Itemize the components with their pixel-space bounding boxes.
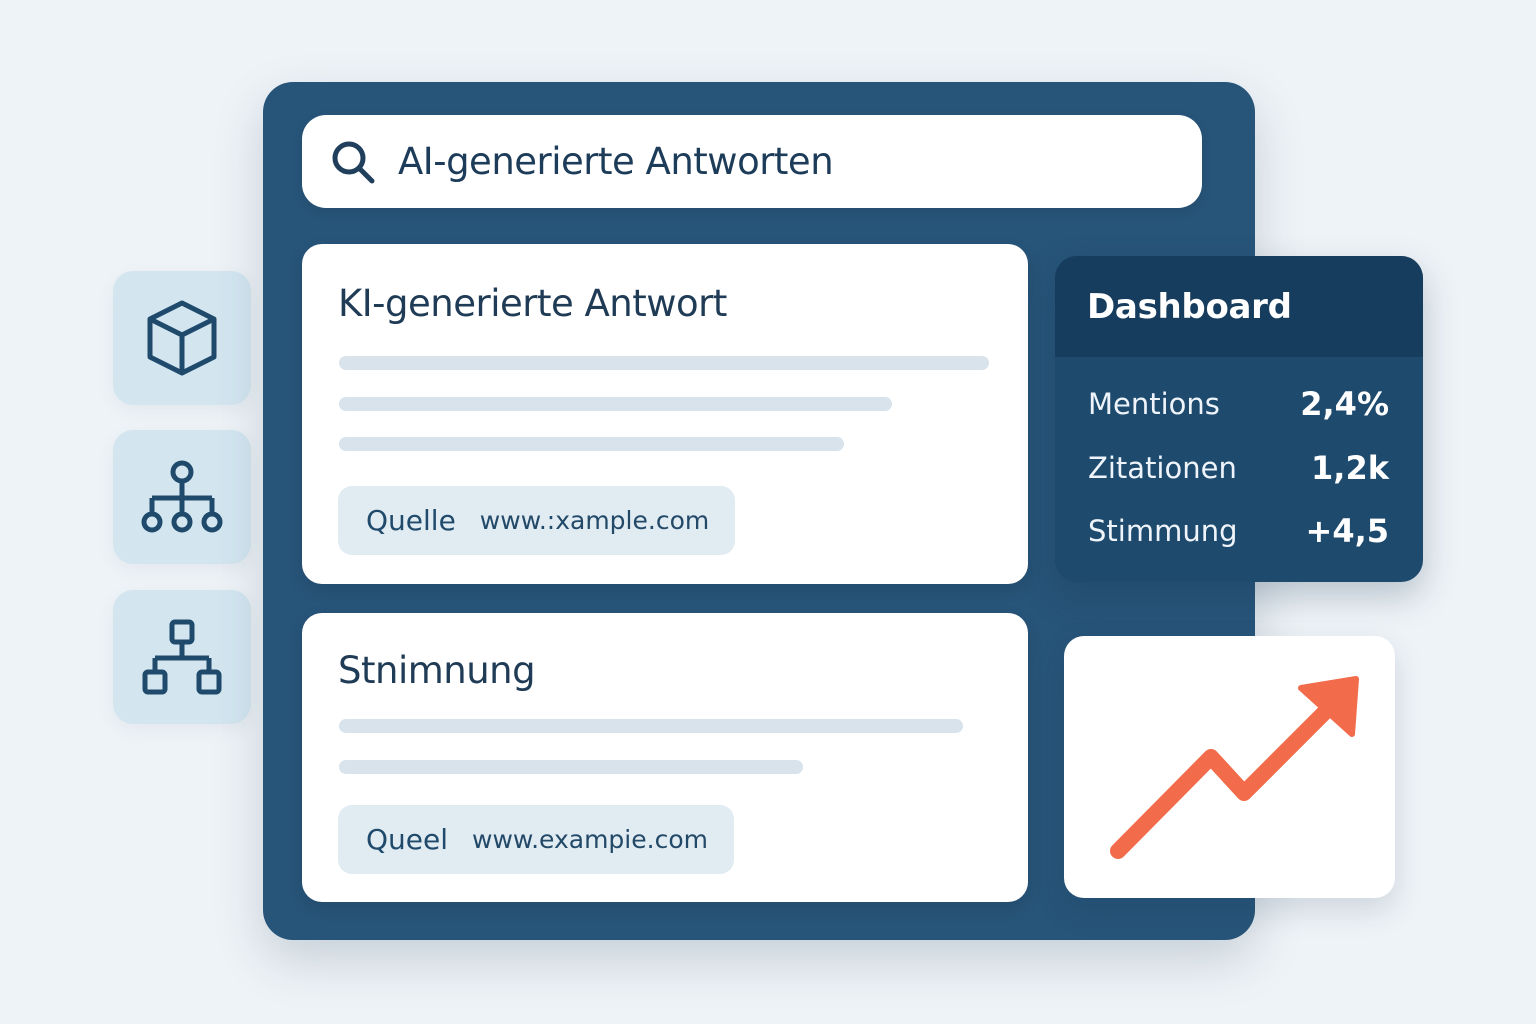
dashboard-header: Dashboard xyxy=(1055,256,1423,357)
result-card[interactable]: Stnimnung Queel www.exampie.com xyxy=(302,613,1028,902)
metric-value: +4,5 xyxy=(1305,512,1390,550)
network-tree-icon xyxy=(140,460,224,534)
search-query[interactable]: AI-generierte Antworten xyxy=(398,140,834,183)
metric-value: 1,2k xyxy=(1311,449,1389,487)
result-card[interactable]: KI-generierte Antwort Quelle www.:xample… xyxy=(302,244,1028,584)
app-stage: AI-generierte Antworten KI-generierte An… xyxy=(0,0,1536,1024)
dashboard-title: Dashboard xyxy=(1087,286,1292,327)
metric-row-zitationen: Zitationen 1,2k xyxy=(1088,446,1389,490)
search-bar[interactable]: AI-generierte Antworten xyxy=(302,115,1202,208)
source-label: Quelle xyxy=(366,504,456,537)
text-placeholder-line xyxy=(339,356,989,370)
dashboard-card[interactable]: Dashboard Mentions 2,4% Zitationen 1,2k … xyxy=(1055,256,1423,582)
source-chip[interactable]: Queel www.exampie.com xyxy=(338,805,734,874)
metric-row-mentions: Mentions 2,4% xyxy=(1088,382,1389,426)
metric-row-stimmung: Stimmung +4,5 xyxy=(1088,509,1389,553)
source-url[interactable]: www.:xample.com xyxy=(480,506,709,535)
result-title: Stnimnung xyxy=(338,649,536,692)
text-placeholder-line xyxy=(339,397,892,411)
cube-tile[interactable] xyxy=(113,271,251,405)
trend-card[interactable] xyxy=(1064,636,1395,898)
org-chart-tile[interactable] xyxy=(113,590,251,724)
cube-icon xyxy=(146,299,218,377)
metric-label: Stimmung xyxy=(1088,514,1238,548)
org-chart-icon xyxy=(142,618,222,696)
metric-label: Zitationen xyxy=(1088,451,1237,485)
source-label: Queel xyxy=(366,823,449,856)
source-chip[interactable]: Quelle www.:xample.com xyxy=(338,486,736,555)
metric-label: Mentions xyxy=(1088,387,1220,421)
text-placeholder-line xyxy=(339,437,844,451)
network-tile[interactable] xyxy=(113,430,251,564)
text-placeholder-line xyxy=(339,760,803,774)
search-icon[interactable] xyxy=(330,139,376,185)
source-url[interactable]: www.exampie.com xyxy=(472,825,708,854)
result-title: KI-generierte Antwort xyxy=(338,282,727,325)
text-placeholder-line xyxy=(339,719,963,733)
metric-value: 2,4% xyxy=(1300,385,1389,423)
